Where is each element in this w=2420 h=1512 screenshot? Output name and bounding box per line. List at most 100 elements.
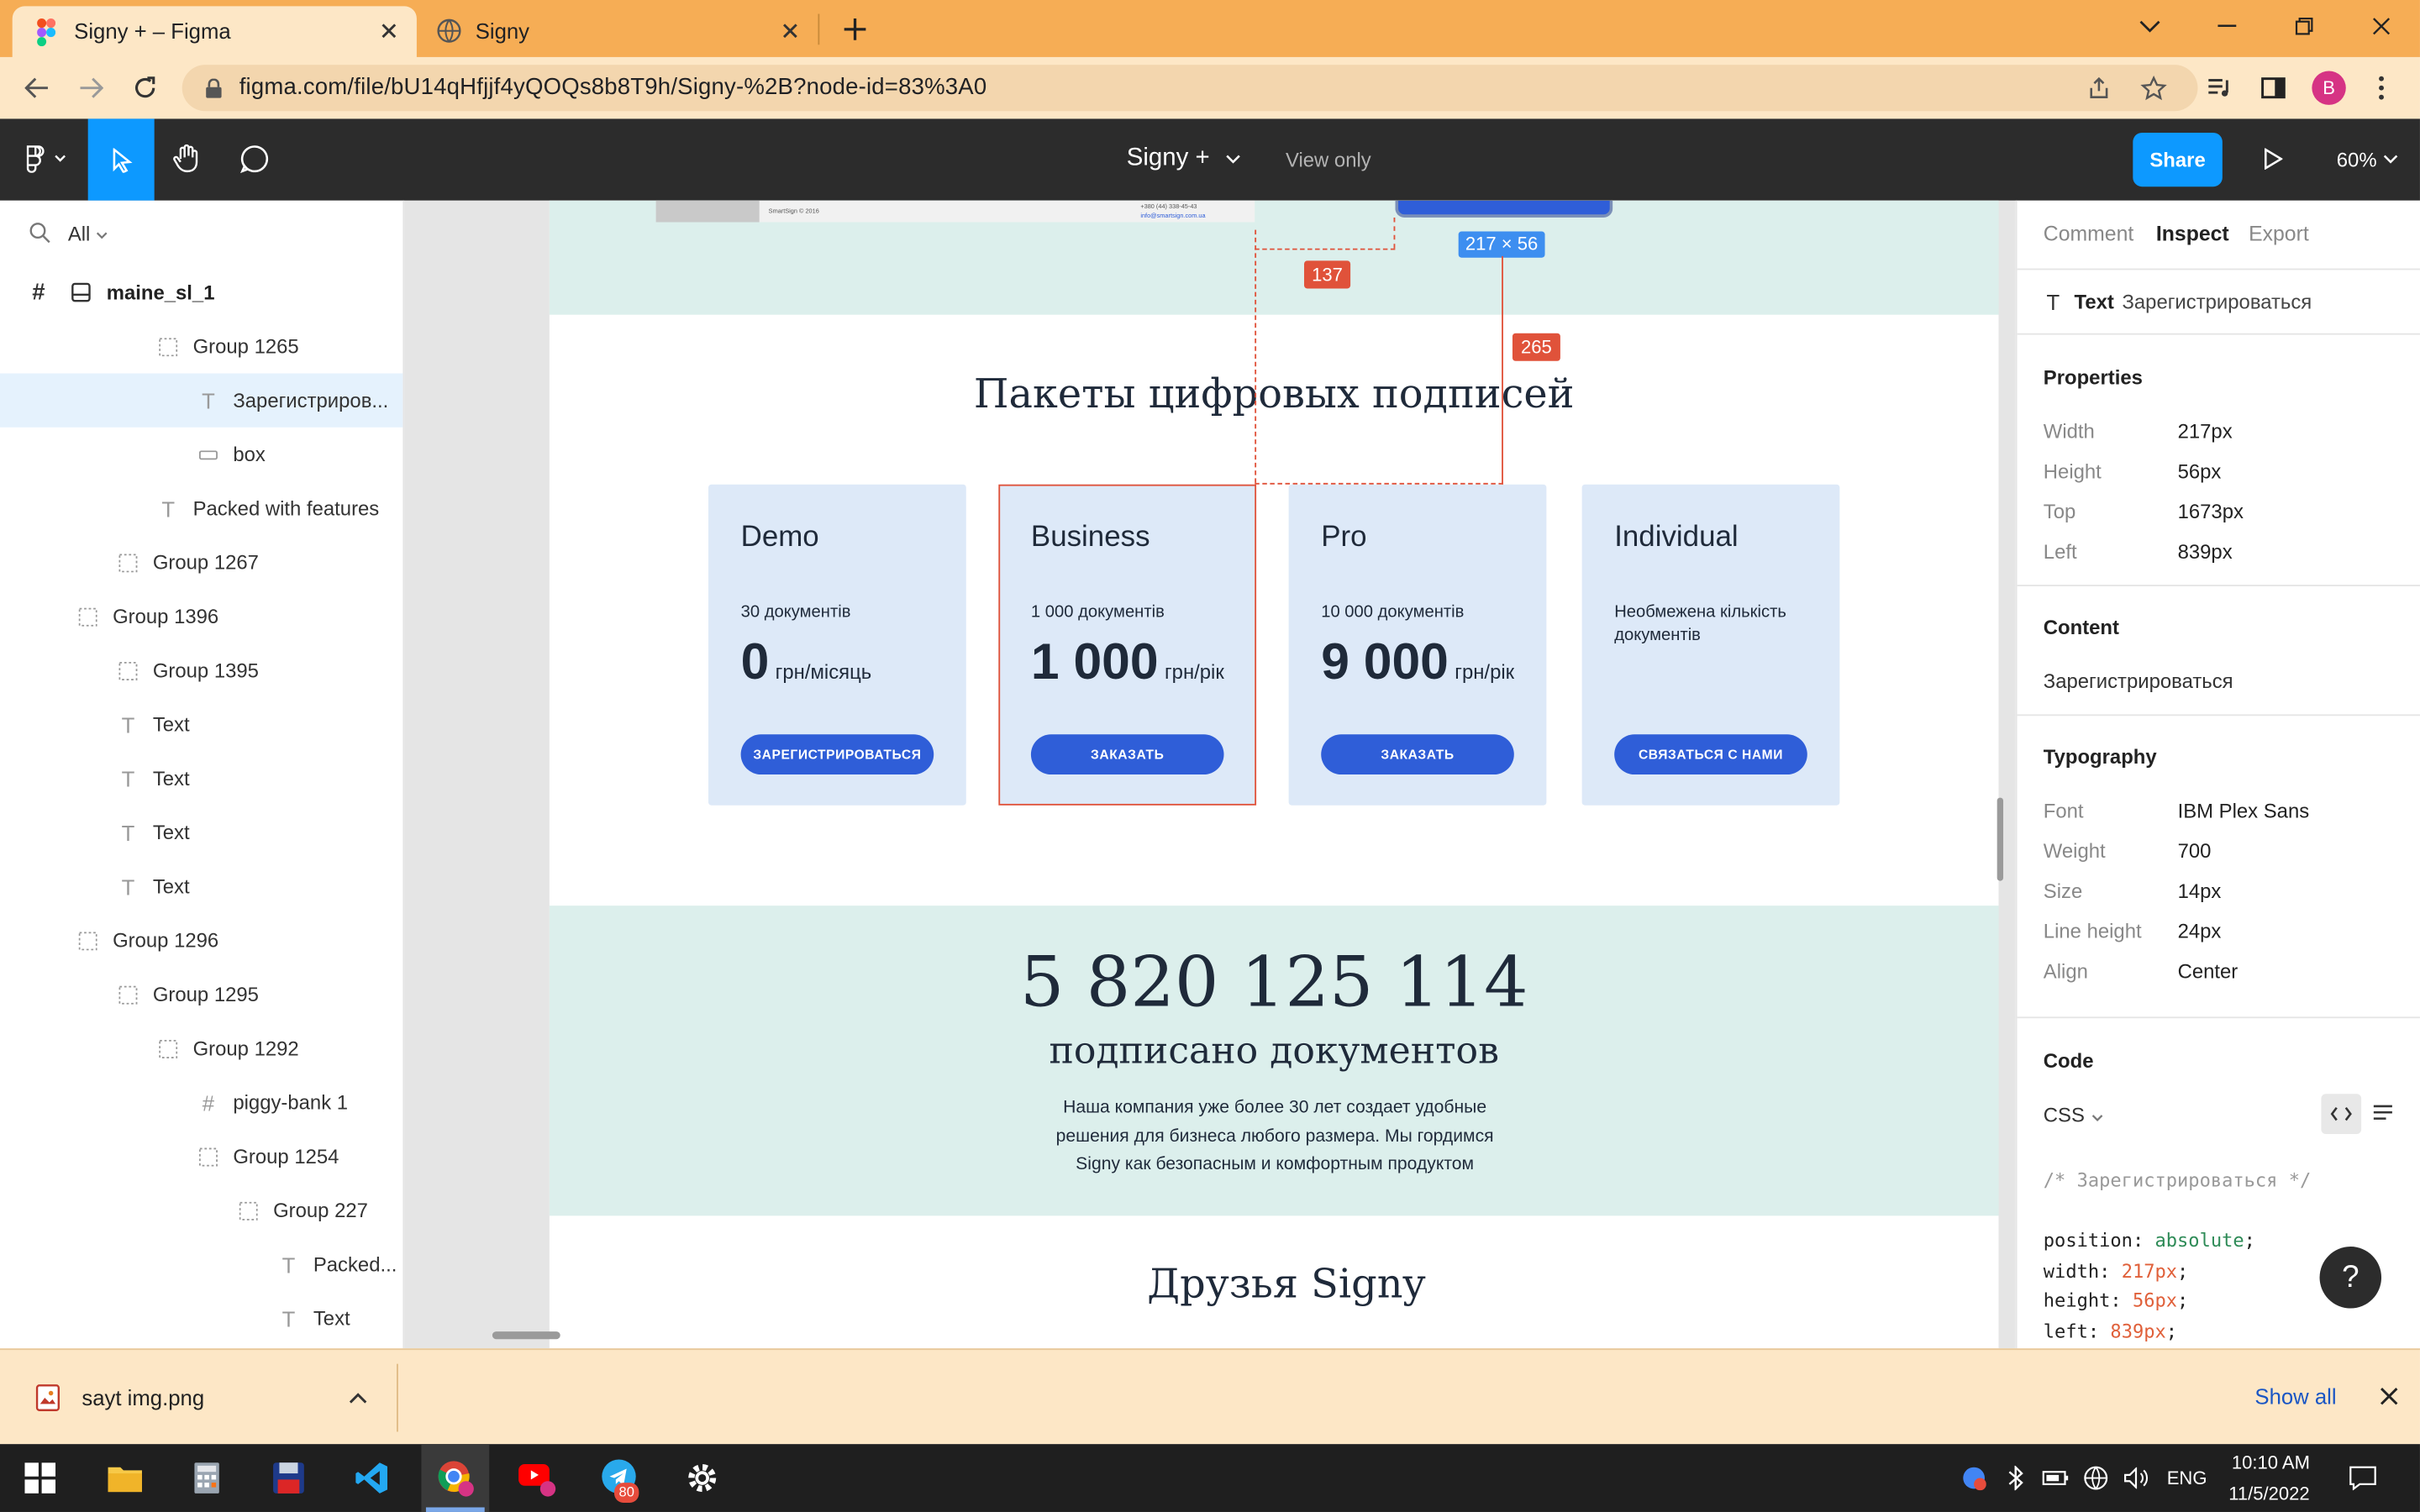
layer-row[interactable]: T Text	[0, 697, 402, 751]
horizontal-scrollbar[interactable]	[492, 1331, 560, 1340]
language-chevron-icon[interactable]	[2090, 1110, 2105, 1125]
layer-row[interactable]: Group 1267	[0, 535, 402, 589]
reload-icon[interactable]	[129, 72, 160, 103]
clock-time[interactable]: 10:10 AM	[2232, 1452, 2310, 1473]
typo-value[interactable]: 24px	[2178, 920, 2222, 943]
layer-row[interactable]: T Text	[0, 806, 402, 859]
layer-row[interactable]: box	[0, 428, 402, 481]
restore-icon[interactable]	[2291, 13, 2318, 40]
layer-row[interactable]: T Packed with features	[0, 481, 402, 535]
hand-tool-icon[interactable]	[170, 142, 203, 176]
list-view-icon[interactable]	[2369, 1100, 2396, 1128]
layer-row[interactable]: Group 1295	[0, 968, 402, 1021]
prop-value[interactable]: 217px	[2178, 420, 2233, 444]
calculator-icon[interactable]	[173, 1444, 241, 1512]
browser-menu-icon[interactable]	[2367, 74, 2395, 102]
layer-row[interactable]: T Text	[0, 859, 402, 913]
prop-value[interactable]: 839px	[2178, 540, 2233, 564]
zoom-level[interactable]: 60%	[2337, 148, 2377, 171]
clock-date[interactable]: 11/5/2022	[2228, 1483, 2309, 1504]
layer-row[interactable]: Group 1254	[0, 1129, 402, 1183]
card-button[interactable]: ЗАРЕГИСТРИРОВАТЬСЯ	[740, 734, 934, 775]
search-icon[interactable]	[28, 221, 52, 245]
network-globe-icon[interactable]	[2082, 1464, 2110, 1492]
chrome-tray-icon[interactable]	[1960, 1464, 1988, 1492]
tab-comment[interactable]: Comment	[2044, 222, 2133, 245]
vscode-icon[interactable]	[338, 1444, 406, 1512]
profile-avatar[interactable]: B	[2312, 71, 2346, 105]
settings-gear-icon[interactable]	[668, 1444, 736, 1512]
battery-icon[interactable]	[2042, 1464, 2070, 1492]
file-explorer-icon[interactable]	[91, 1444, 159, 1512]
prop-value[interactable]: 1673px	[2178, 500, 2244, 523]
layer-row[interactable]: Group 1292	[0, 1021, 402, 1075]
tab-signy[interactable]: Signy	[423, 6, 818, 57]
file-menu-chevron-icon[interactable]	[1223, 148, 1244, 170]
share-button[interactable]: Share	[2133, 132, 2223, 187]
layer-row[interactable]: Group 227	[0, 1184, 402, 1237]
media-icon[interactable]	[2206, 74, 2233, 102]
filter-chevron-icon[interactable]	[94, 227, 109, 242]
comment-tool-icon[interactable]	[238, 142, 271, 176]
card-button[interactable]: СВЯЗАТЬСЯ С НАМИ	[1614, 734, 1807, 775]
content-value[interactable]: Зарегистрироваться	[2044, 669, 2233, 693]
forward-icon[interactable]	[76, 72, 107, 103]
layer-row[interactable]: Group 1296	[0, 913, 402, 967]
figma-main-menu-icon[interactable]	[22, 144, 68, 175]
typo-value[interactable]: IBM Plex Sans	[2178, 799, 2310, 822]
tab-export[interactable]: Export	[2249, 222, 2309, 245]
layer-row[interactable]: T Зарегистриров...	[0, 373, 403, 428]
minimize-icon[interactable]	[2213, 13, 2241, 40]
close-tab-icon[interactable]	[778, 18, 802, 43]
typo-value[interactable]: 700	[2178, 839, 2212, 863]
typo-value[interactable]: 14px	[2178, 879, 2222, 903]
layer-row[interactable]: Group 1396	[0, 590, 402, 643]
download-file-name[interactable]: sayt img.png	[82, 1385, 204, 1410]
tab-figma[interactable]: Signy + – Figma	[12, 6, 417, 57]
close-window-icon[interactable]	[2367, 13, 2395, 40]
volume-icon[interactable]	[2122, 1464, 2149, 1492]
save-app-icon[interactable]	[255, 1444, 323, 1512]
file-name[interactable]: Signy +	[1127, 145, 1210, 173]
tab-inspect[interactable]: Inspect	[2156, 222, 2229, 245]
close-downloads-icon[interactable]	[2377, 1384, 2402, 1409]
bookmark-star-icon[interactable]	[2139, 74, 2167, 102]
side-panel-icon[interactable]	[2260, 74, 2287, 102]
vertical-scrollbar[interactable]	[1996, 797, 2004, 881]
prop-value[interactable]: 56px	[2178, 459, 2222, 483]
help-button[interactable]: ?	[2319, 1247, 2382, 1309]
language-indicator[interactable]: ENG	[2167, 1467, 2207, 1489]
canvas[interactable]: SmartSign © 2016 +380 (44) 338-45-43 inf…	[404, 200, 2016, 1349]
windows-start-icon[interactable]	[6, 1444, 74, 1512]
layers-filter[interactable]: All	[68, 222, 91, 245]
selected-button-box[interactable]	[1395, 200, 1613, 218]
code-value: 839px	[2110, 1320, 2166, 1342]
move-tool-button[interactable]	[87, 118, 155, 201]
chevron-up-icon[interactable]	[345, 1385, 370, 1410]
back-icon[interactable]	[22, 72, 53, 103]
code-view-icon[interactable]	[2321, 1094, 2362, 1134]
present-icon[interactable]	[2260, 145, 2287, 173]
layer-row[interactable]: T Text	[0, 1291, 402, 1345]
layer-row[interactable]: T Packed...	[0, 1237, 402, 1291]
card-button[interactable]: ЗАКАЗАТЬ	[1321, 734, 1514, 775]
lock-icon[interactable]	[201, 76, 225, 100]
code-language[interactable]: CSS	[2044, 1103, 2085, 1126]
root-frame-row[interactable]: # maine_sl_1	[0, 265, 402, 319]
layer-row[interactable]: T Text	[0, 751, 402, 805]
typo-value[interactable]: Center	[2178, 959, 2238, 983]
close-tab-icon[interactable]	[376, 18, 401, 43]
zoom-chevron-icon[interactable]	[2381, 150, 2400, 168]
layer-row[interactable]: # piggy-bank 1	[0, 1075, 402, 1129]
layer-row[interactable]: Group 1395	[0, 643, 402, 697]
show-all-link[interactable]: Show all	[2254, 1384, 2336, 1409]
youtube-app-icon[interactable]	[503, 1444, 571, 1512]
url-text[interactable]: figma.com/file/bU14qHfjjf4yQOQs8b8T9h/Si…	[239, 74, 987, 100]
bluetooth-icon[interactable]	[2002, 1464, 2029, 1492]
tab-search-icon[interactable]	[2136, 13, 2164, 40]
new-tab-icon[interactable]	[839, 14, 871, 45]
notifications-icon[interactable]	[2348, 1462, 2379, 1494]
chrome-taskbar-icon[interactable]	[421, 1444, 490, 1512]
layer-row[interactable]: Group 1265	[0, 319, 402, 373]
share-page-icon[interactable]	[2085, 74, 2112, 102]
